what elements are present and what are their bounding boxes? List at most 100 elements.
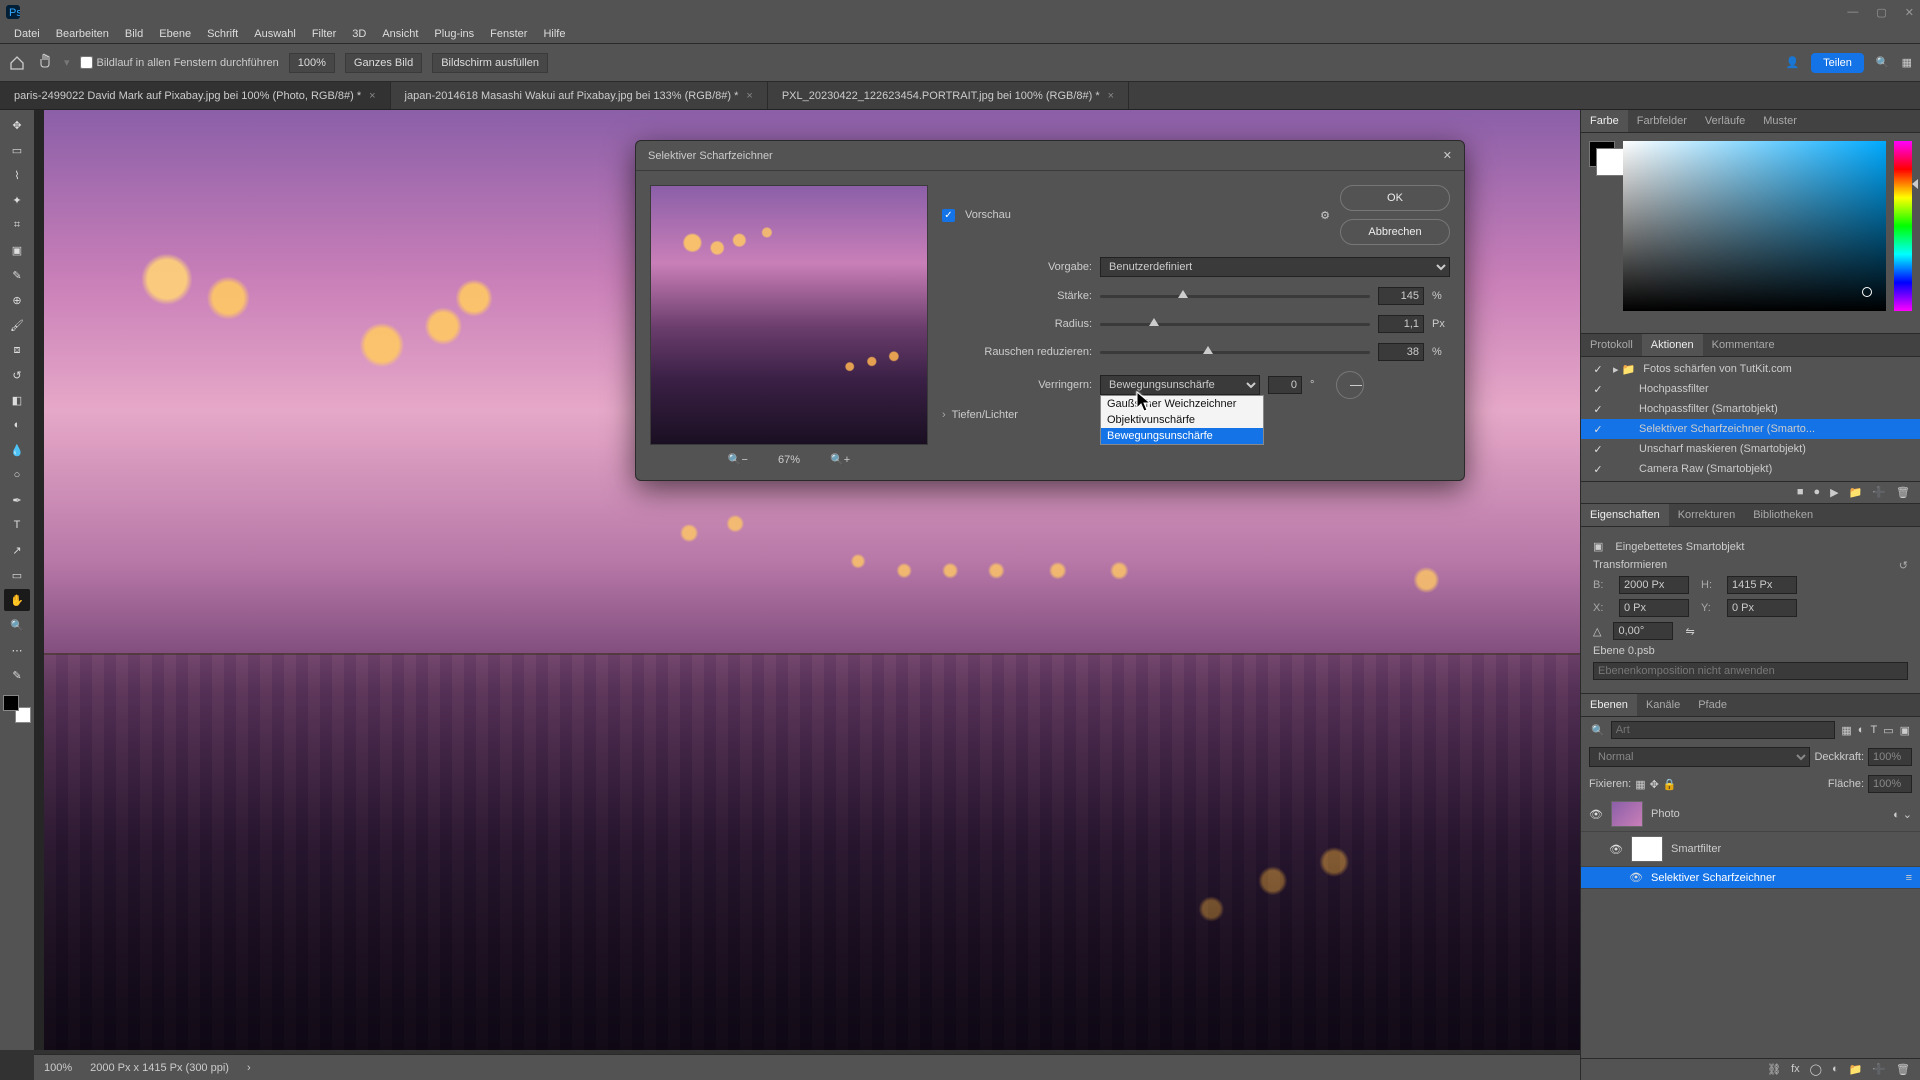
pen-tool[interactable]: ✒ [4, 489, 30, 511]
play-icon[interactable]: ▶ [1830, 486, 1838, 499]
lock-all-icon[interactable]: 🔒 [1663, 778, 1677, 791]
stop-icon[interactable]: ■ [1797, 486, 1804, 499]
move-tool[interactable]: ✥ [4, 114, 30, 136]
preset-select[interactable]: Benutzerdefiniert [1100, 257, 1450, 277]
smart-filter-fx-icon[interactable]: ◐ ⌄ [1893, 808, 1912, 821]
layer-row-filter-selected[interactable]: 👁 Selektiver Scharfzeichner ≡ [1581, 867, 1920, 889]
color-swatch[interactable] [1589, 141, 1615, 167]
crop-tool[interactable]: ⌗ [4, 214, 30, 236]
fill-input[interactable] [1868, 775, 1912, 793]
zoom-100-button[interactable]: 100% [289, 53, 335, 73]
shape-tool[interactable]: ▭ [4, 564, 30, 586]
fg-bg-colors[interactable] [3, 695, 31, 723]
amount-input[interactable] [1378, 287, 1424, 305]
mask-icon[interactable]: ◯ [1810, 1063, 1822, 1076]
menu-plugins[interactable]: Plug-ins [428, 26, 480, 42]
dialog-preview-image[interactable] [650, 185, 928, 445]
fx-icon[interactable]: fx [1791, 1063, 1800, 1076]
filter-pixel-icon[interactable]: ▦ [1841, 724, 1851, 737]
new-layer-icon[interactable]: ➕ [1872, 1063, 1886, 1076]
menu-datei[interactable]: Datei [8, 26, 46, 42]
heal-tool[interactable]: ⊕ [4, 289, 30, 311]
home-icon[interactable] [8, 54, 26, 72]
stamp-tool[interactable]: ⧈ [4, 339, 30, 361]
zoom-out-icon[interactable]: 🔍− [728, 453, 748, 466]
layer-row-smartfilter[interactable]: 👁 Smartfilter [1581, 832, 1920, 867]
filter-options-icon[interactable]: ≡ [1906, 872, 1912, 884]
status-zoom[interactable]: 100% [44, 1062, 72, 1074]
menu-filter[interactable]: Filter [306, 26, 342, 42]
color-field[interactable] [1623, 141, 1886, 311]
doc-tab-1[interactable]: paris-2499022 David Mark auf Pixabay.jpg… [0, 82, 391, 109]
adjustment-icon[interactable]: ◐ [1832, 1063, 1839, 1076]
close-tab-icon[interactable]: × [746, 90, 752, 102]
lock-position-icon[interactable]: ✥ [1650, 778, 1659, 791]
filter-adjust-icon[interactable]: ◐ [1858, 724, 1865, 736]
scroll-all-checkbox[interactable] [80, 56, 93, 69]
frame-tool[interactable]: ▣ [4, 239, 30, 261]
wand-tool[interactable]: ✦ [4, 189, 30, 211]
tab-bibliotheken[interactable]: Bibliotheken [1744, 504, 1822, 526]
x-input[interactable] [1619, 599, 1689, 617]
amount-slider[interactable] [1100, 295, 1370, 298]
edit-toolbar[interactable]: ✎ [4, 664, 30, 686]
height-input[interactable] [1727, 576, 1797, 594]
filter-shape-icon[interactable]: ▭ [1883, 724, 1893, 737]
filter-smart-icon[interactable]: ▣ [1900, 724, 1910, 737]
eraser-tool[interactable]: ◧ [4, 389, 30, 411]
minimize-button[interactable]: — [1847, 6, 1858, 19]
zoom-in-icon[interactable]: 🔍+ [830, 453, 850, 466]
menu-ansicht[interactable]: Ansicht [376, 26, 424, 42]
layer-thumb[interactable] [1611, 801, 1643, 827]
hand-tool[interactable]: ✋ [4, 589, 30, 611]
close-tab-icon[interactable]: × [1108, 90, 1114, 102]
dialog-settings-icon[interactable]: ⚙ [1320, 209, 1330, 222]
tab-muster[interactable]: Muster [1754, 110, 1806, 132]
new-set-icon[interactable]: 📁 [1849, 486, 1863, 499]
rotate-input[interactable] [1613, 622, 1673, 640]
action-item[interactable]: ✓Hochpassfilter (Smartobjekt) [1581, 399, 1920, 419]
workspace-icon[interactable]: ▦ [1902, 56, 1912, 69]
new-action-icon[interactable]: ➕ [1872, 486, 1886, 499]
menu-fenster[interactable]: Fenster [484, 26, 533, 42]
search-icon[interactable]: 🔍 [1591, 724, 1605, 737]
brush-tool[interactable]: 🖌 [4, 314, 30, 336]
menu-bild[interactable]: Bild [119, 26, 149, 42]
fill-screen-button[interactable]: Bildschirm ausfüllen [432, 53, 548, 73]
close-window-button[interactable]: ✕ [1905, 6, 1914, 19]
share-button[interactable]: Teilen [1811, 53, 1864, 73]
zoom-tool[interactable]: 🔍 [4, 614, 30, 636]
dd-option-motion[interactable]: Bewegungsunschärfe [1101, 428, 1263, 444]
user-icon[interactable]: 👤 [1785, 56, 1799, 69]
search-icon[interactable]: 🔍 [1876, 56, 1890, 69]
menu-3d[interactable]: 3D [346, 26, 372, 42]
menu-bearbeiten[interactable]: Bearbeiten [50, 26, 115, 42]
menu-hilfe[interactable]: Hilfe [537, 26, 571, 42]
angle-dial[interactable] [1336, 371, 1364, 399]
tab-verlaeufe[interactable]: Verläufe [1696, 110, 1754, 132]
tab-ebenen[interactable]: Ebenen [1581, 694, 1637, 716]
lasso-tool[interactable]: ⌇ [4, 164, 30, 186]
flip-h-icon[interactable]: ⇋ [1685, 625, 1694, 638]
record-icon[interactable]: ● [1814, 486, 1821, 499]
hand-tool-small-icon[interactable] [36, 52, 54, 73]
layer-filter-input[interactable] [1611, 721, 1836, 739]
menu-ebene[interactable]: Ebene [153, 26, 197, 42]
layer-row-photo[interactable]: 👁 Photo ◐ ⌄ [1581, 797, 1920, 832]
dodge-tool[interactable]: ○ [4, 464, 30, 486]
filter-mask-thumb[interactable] [1631, 836, 1663, 862]
menu-schrift[interactable]: Schrift [201, 26, 244, 42]
remove-select[interactable]: Bewegungsunschärfe [1100, 375, 1260, 395]
close-tab-icon[interactable]: × [369, 90, 375, 102]
type-tool[interactable]: T [4, 514, 30, 536]
tab-eigenschaften[interactable]: Eigenschaften [1581, 504, 1669, 526]
eyedropper-tool[interactable]: ✎ [4, 264, 30, 286]
doc-tab-3[interactable]: PXL_20230422_122623454.PORTRAIT.jpg bei … [768, 82, 1129, 109]
radius-slider[interactable] [1100, 323, 1370, 326]
radius-input[interactable] [1378, 315, 1424, 333]
action-item[interactable]: ✓Hochpassfilter [1581, 379, 1920, 399]
dd-option-lens[interactable]: Objektivunschärfe [1101, 412, 1263, 428]
tab-aktionen[interactable]: Aktionen [1642, 334, 1703, 356]
doc-tab-2[interactable]: japan-2014618 Masashi Wakui auf Pixabay.… [391, 82, 768, 109]
opacity-input[interactable] [1868, 748, 1912, 766]
